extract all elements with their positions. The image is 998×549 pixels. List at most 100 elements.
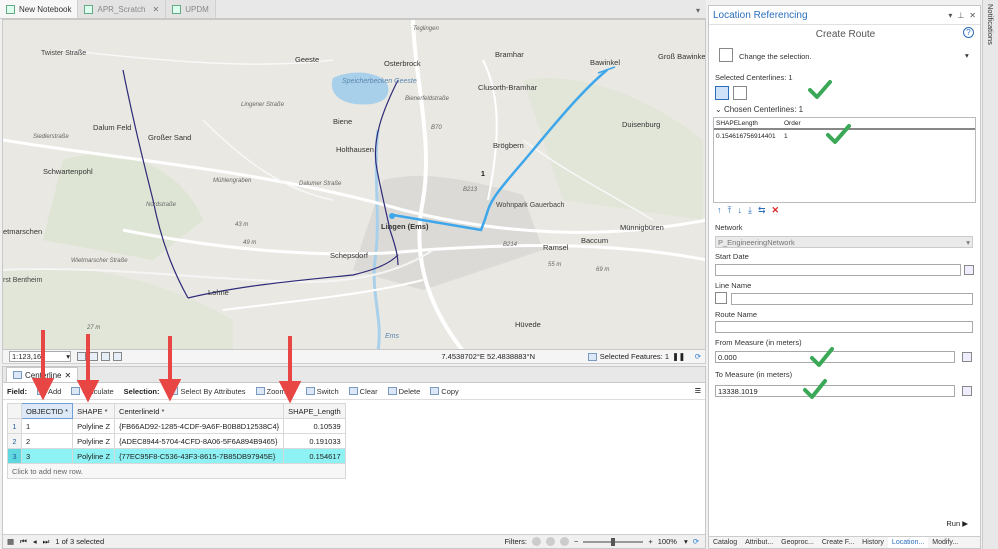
first-page-icon[interactable]: ⏮: [20, 537, 27, 547]
zoom-out-icon[interactable]: −: [574, 537, 578, 546]
tab-modify[interactable]: Modify...: [928, 537, 962, 548]
filter-time-icon[interactable]: [559, 537, 569, 546]
switch-button[interactable]: Switch: [305, 387, 339, 396]
tab-geoprocessing[interactable]: Geoproc...: [777, 537, 818, 548]
close-icon[interactable]: ✕: [969, 11, 976, 20]
select-by-attributes-button[interactable]: Select By Attributes: [169, 387, 246, 396]
cell-objectid[interactable]: 3: [20, 448, 74, 464]
zoom-in-icon[interactable]: +: [648, 537, 652, 546]
notifications-label[interactable]: Notifications: [986, 4, 995, 45]
cell-centerlineid[interactable]: {ADEC8944-5704-4CFD-8A06-5F6A894B9465}: [114, 433, 285, 449]
refresh-icon[interactable]: ⟳: [695, 352, 701, 361]
tab-new-notebook[interactable]: New Notebook: [0, 0, 79, 18]
move-up-icon[interactable]: ↑: [717, 205, 722, 216]
chevron-down-icon[interactable]: ▾: [965, 51, 969, 60]
column-header-shape-length[interactable]: SHAPE_Length: [283, 403, 346, 419]
column-header-order[interactable]: Order: [782, 120, 801, 127]
close-icon[interactable]: ✕: [64, 371, 71, 380]
chevron-down-icon[interactable]: ▾: [948, 11, 952, 20]
close-icon[interactable]: ✕: [153, 5, 160, 14]
cell-shape[interactable]: Polyline Z: [72, 433, 116, 449]
cell-shape-length[interactable]: 0.10539: [283, 418, 346, 434]
pause-icon[interactable]: ❚❚: [672, 352, 685, 361]
pick-line-icon[interactable]: [715, 292, 727, 304]
crosshair-icon[interactable]: [101, 352, 110, 361]
chevron-down-icon[interactable]: ▾: [684, 537, 688, 546]
table-row[interactable]: 1 1 Polyline Z {FB66AD92-1285-4CDF-9A6F-…: [7, 418, 346, 434]
run-button[interactable]: Run ▶: [946, 519, 968, 528]
move-top-icon[interactable]: ⤒: [728, 205, 732, 216]
tab-attributes[interactable]: Attribut...: [741, 537, 777, 548]
grid-icon[interactable]: [77, 352, 86, 361]
cell-objectid[interactable]: 2: [20, 433, 74, 449]
table-row[interactable]: 3 3 Polyline Z {77EC95F8-C536-43F3-8615-…: [7, 448, 346, 464]
tab-catalog[interactable]: Catalog: [709, 537, 741, 548]
calculate-button[interactable]: Calculate: [71, 387, 114, 396]
add-row-text[interactable]: Click to add new row.: [7, 463, 346, 479]
reverse-icon[interactable]: ⇆: [758, 205, 766, 216]
map-view[interactable]: Twister Straße Geeste Osterbrock Bramhar…: [2, 19, 706, 350]
change-selection-icon[interactable]: [719, 48, 733, 62]
calendar-icon[interactable]: [964, 265, 974, 275]
cell-shape[interactable]: Polyline Z: [72, 418, 116, 434]
cell-centerlineid[interactable]: {77EC95F8-C536-43F3-8615-7B85DB97945E}: [114, 448, 285, 464]
move-down-icon[interactable]: ↓: [737, 205, 742, 216]
cell-centerlineid[interactable]: {FB66AD92-1285-4CDF-9A6F-B0B8D12538C4}: [114, 418, 285, 434]
remove-icon[interactable]: ✕: [772, 205, 780, 216]
cell-shape[interactable]: Polyline Z: [72, 448, 116, 464]
prev-icon[interactable]: ◂: [33, 537, 37, 546]
row-number[interactable]: 1: [7, 418, 22, 434]
to-measure-input[interactable]: 13338.1019: [715, 385, 955, 397]
line-name-input[interactable]: [731, 293, 973, 305]
zoom-to-button[interactable]: Zoom To: [255, 387, 296, 396]
tab-apr-scratch[interactable]: APR_Scratch ✕: [78, 0, 167, 18]
tab-updm[interactable]: UPDM: [166, 0, 216, 18]
tab-centerline[interactable]: Centerline ✕: [6, 367, 79, 382]
network-dropdown[interactable]: P_EngineeringNetwork ▾: [715, 236, 973, 248]
zoom-slider[interactable]: [583, 537, 644, 546]
route-name-input[interactable]: [715, 321, 973, 333]
change-selection-label[interactable]: Change the selection.: [739, 52, 812, 61]
delete-button[interactable]: Delete: [387, 387, 420, 396]
tab-location-referencing[interactable]: Location...: [887, 537, 929, 548]
help-icon[interactable]: ?: [963, 27, 974, 38]
notifications-strip[interactable]: Notifications: [982, 0, 998, 549]
refresh-icon[interactable]: ⟳: [693, 537, 699, 546]
filter-selection-icon[interactable]: [545, 537, 555, 546]
select-centerline-icon[interactable]: [715, 86, 729, 100]
zoom-level[interactable]: 100%: [658, 537, 677, 546]
scale-dropdown[interactable]: 1:123,168 ▾: [9, 351, 71, 362]
add-row[interactable]: Click to add new row.: [7, 463, 346, 479]
start-date-input[interactable]: [715, 264, 961, 276]
cell-shape-length[interactable]: 0.154617: [283, 448, 346, 464]
chosen-centerlines-header[interactable]: ⌄ Chosen Centerlines: 1: [715, 105, 803, 114]
move-bottom-icon[interactable]: ⤓: [748, 205, 752, 216]
add-field-button[interactable]: Add: [37, 387, 61, 396]
table-select-icon[interactable]: [733, 86, 747, 100]
table-icon[interactable]: [89, 352, 98, 361]
row-number[interactable]: 3: [7, 448, 22, 464]
column-header-shape[interactable]: SHAPE *: [72, 403, 116, 419]
table-row[interactable]: 2 2 Polyline Z {ADEC8944-5704-4CFD-8A06-…: [7, 433, 346, 449]
from-measure-input[interactable]: 0.000: [715, 351, 955, 363]
cell-shape-length[interactable]: 0.191033: [283, 433, 346, 449]
tab-history[interactable]: History: [858, 537, 888, 548]
filter-extent-icon[interactable]: [531, 537, 541, 546]
clear-button[interactable]: Clear: [348, 387, 378, 396]
speaker-icon[interactable]: [113, 352, 122, 361]
cell-objectid[interactable]: 1: [20, 418, 74, 434]
chevron-down-icon[interactable]: ▾: [696, 6, 700, 15]
pin-icon[interactable]: ⊥: [957, 11, 964, 20]
column-header-shapelength[interactable]: SHAPELength: [714, 120, 782, 127]
table-icon[interactable]: ▦: [7, 537, 14, 546]
copy-button[interactable]: Copy: [430, 387, 459, 396]
table-row[interactable]: 0.154616756914401 1: [714, 130, 975, 142]
row-number[interactable]: 2: [7, 433, 22, 449]
selected-features[interactable]: Selected Features: 1: [587, 352, 669, 361]
column-header-centerlineid[interactable]: CenterlineId *: [114, 403, 285, 419]
calculator-icon[interactable]: [962, 386, 972, 396]
last-page-icon[interactable]: ⏭: [43, 537, 50, 547]
menu-icon[interactable]: ≡: [695, 385, 701, 397]
tab-create-features[interactable]: Create F...: [818, 537, 858, 548]
calculator-icon[interactable]: [962, 352, 972, 362]
